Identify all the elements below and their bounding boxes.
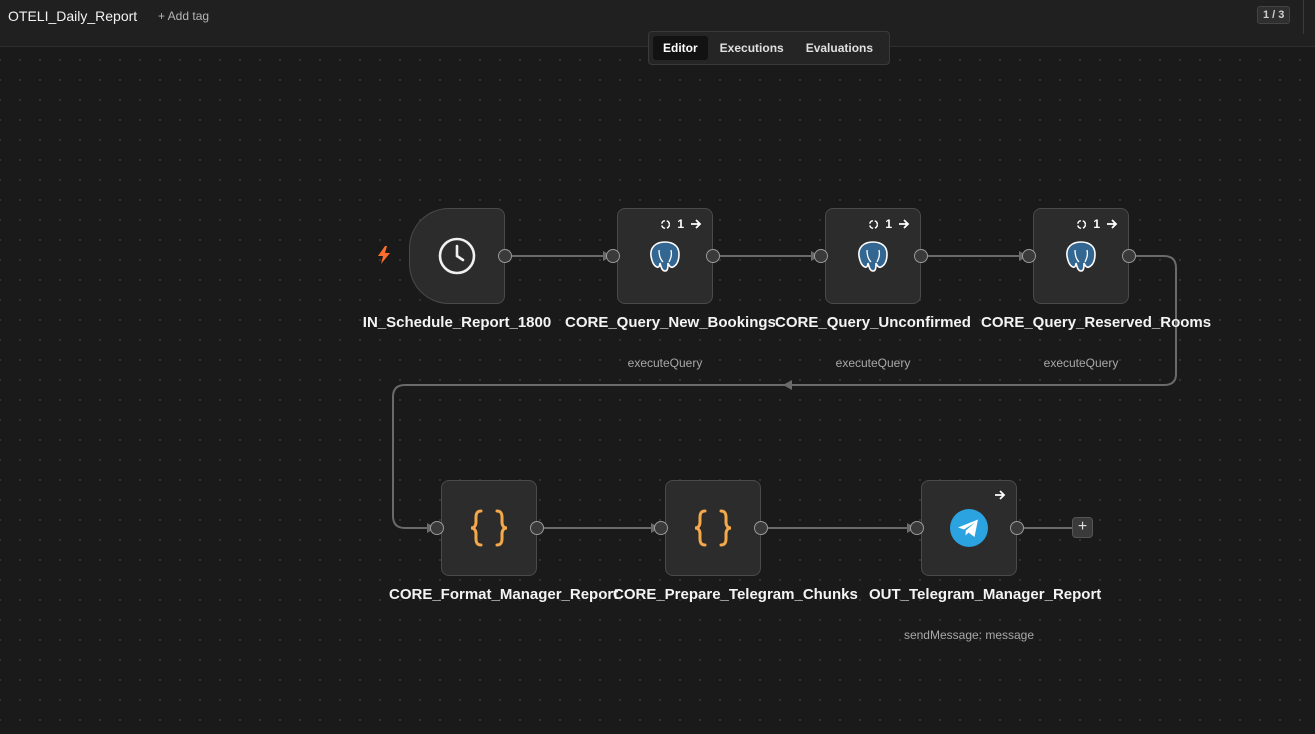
postgres-icon — [858, 241, 888, 272]
telegram-icon — [950, 509, 988, 547]
trigger-bolt-icon — [378, 246, 390, 264]
refresh-icon — [1077, 219, 1087, 229]
output-handle[interactable] — [1010, 521, 1024, 535]
execution-count: 1 — [885, 217, 892, 231]
node-query-new-bookings[interactable]: 1 — [617, 208, 713, 304]
arrow-icon — [783, 380, 792, 390]
node-label: CORE_Prepare_Telegram_Chunks — [613, 586, 858, 603]
input-handle[interactable] — [1022, 249, 1036, 263]
node-label: CORE_Query_New_Bookings — [565, 314, 776, 331]
node-label: CORE_Format_Manager_Report — [389, 586, 619, 603]
refresh-icon — [869, 219, 879, 229]
postgres-icon — [650, 241, 680, 272]
arrow-right-icon — [899, 219, 910, 229]
clock-icon — [438, 237, 476, 275]
node-telegram-manager-report[interactable] — [921, 480, 1017, 576]
output-handle[interactable] — [1122, 249, 1136, 263]
node-subtitle: executeQuery — [1043, 356, 1119, 370]
node-badges: 1 — [868, 217, 910, 231]
arrow-right-icon — [691, 219, 702, 229]
node-format-manager-report[interactable] — [441, 480, 537, 576]
output-handle[interactable] — [530, 521, 544, 535]
output-handle[interactable] — [498, 249, 512, 263]
node-label: CORE_Query_Reserved_Rooms — [981, 314, 1212, 331]
output-handle[interactable] — [914, 249, 928, 263]
code-braces-icon — [694, 509, 732, 547]
node-query-reserved-rooms[interactable]: 1 — [1033, 208, 1129, 304]
execution-count: 1 — [677, 217, 684, 231]
output-handle[interactable] — [754, 521, 768, 535]
input-handle[interactable] — [814, 249, 828, 263]
add-node-button[interactable]: + — [1072, 517, 1093, 538]
execution-count: 1 — [1093, 217, 1100, 231]
node-schedule-trigger[interactable] — [409, 208, 505, 304]
node-label: IN_Schedule_Report_1800 — [362, 314, 552, 331]
input-handle[interactable] — [910, 521, 924, 535]
node-subtitle: executeQuery — [627, 356, 703, 370]
output-handle[interactable] — [706, 249, 720, 263]
arrow-right-icon — [995, 490, 1006, 500]
input-handle[interactable] — [606, 249, 620, 263]
node-prepare-telegram-chunks[interactable] — [665, 480, 761, 576]
node-subtitle: executeQuery — [835, 356, 911, 370]
node-badges: 1 — [660, 217, 702, 231]
postgres-icon — [1066, 241, 1096, 272]
input-handle[interactable] — [654, 521, 668, 535]
node-subtitle: sendMessage: message — [903, 628, 1035, 642]
code-braces-icon — [470, 509, 508, 547]
node-label: CORE_Query_Unconfirmed — [775, 314, 971, 331]
refresh-icon — [661, 219, 671, 229]
node-label: OUT_Telegram_Manager_Report — [869, 586, 1102, 603]
node-badges: 1 — [1076, 217, 1118, 231]
input-handle[interactable] — [430, 521, 444, 535]
node-badges — [994, 489, 1006, 501]
node-query-unconfirmed[interactable]: 1 — [825, 208, 921, 304]
arrow-right-icon — [1107, 219, 1118, 229]
